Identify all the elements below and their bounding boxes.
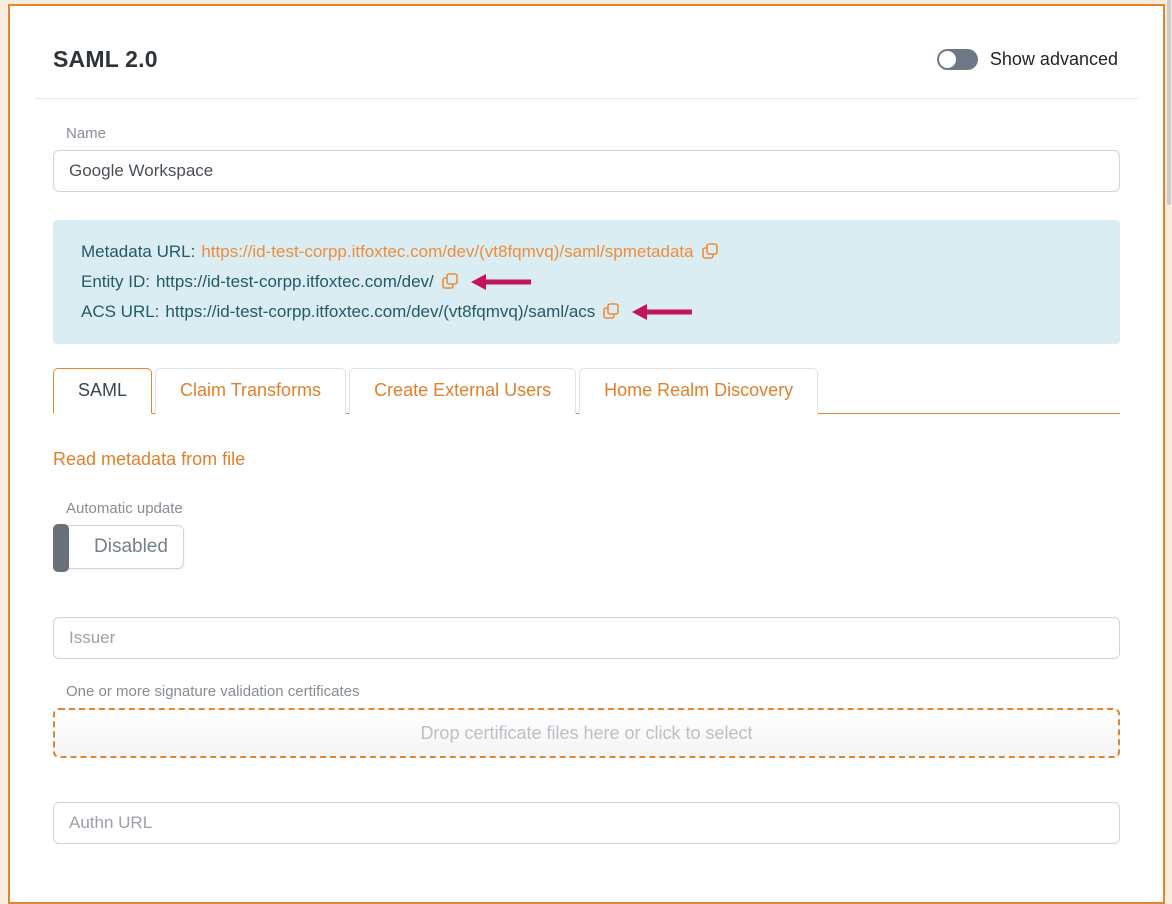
metadata-url-link[interactable]: https://id-test-corpp.itfoxtec.com/dev/(… <box>201 242 693 262</box>
show-advanced-toggle[interactable] <box>937 49 978 70</box>
tab-create-external-users[interactable]: Create External Users <box>349 368 576 414</box>
certificate-dropzone[interactable]: Drop certificate files here or click to … <box>53 708 1120 758</box>
metadata-url-line: Metadata URL: https://id-test-corpp.itfo… <box>81 237 1092 267</box>
entity-id-label: Entity ID: <box>81 272 150 292</box>
tab-home-realm-discovery[interactable]: Home Realm Discovery <box>579 368 818 414</box>
tab-claim-transforms[interactable]: Claim Transforms <box>155 368 346 414</box>
metadata-url-label: Metadata URL: <box>81 242 195 262</box>
show-advanced-control: Show advanced <box>937 49 1120 70</box>
arrow-left-icon <box>632 303 694 321</box>
copy-icon[interactable] <box>442 273 459 291</box>
name-label: Name <box>66 125 1120 142</box>
saml-endpoints-info-box: Metadata URL: https://id-test-corpp.itfo… <box>53 220 1120 344</box>
toggle-handle <box>53 524 69 572</box>
acs-url-line: ACS URL: https://id-test-corpp.itfoxtec.… <box>81 297 1092 327</box>
show-advanced-label: Show advanced <box>990 49 1118 70</box>
copy-icon[interactable] <box>702 243 719 261</box>
toggle-knob <box>939 51 956 68</box>
entity-id-line: Entity ID: https://id-test-corpp.itfoxte… <box>81 267 1092 297</box>
arrow-left-icon <box>471 273 533 291</box>
automatic-update-state: Disabled <box>54 536 168 558</box>
certificates-label: One or more signature validation certifi… <box>66 683 1120 700</box>
read-metadata-from-file-link[interactable]: Read metadata from file <box>53 449 245 470</box>
card-header: SAML 2.0 Show advanced <box>53 6 1120 73</box>
authn-url-input[interactable] <box>53 802 1120 844</box>
name-input[interactable] <box>53 150 1120 192</box>
page-title: SAML 2.0 <box>53 46 158 73</box>
certificate-dropzone-text: Drop certificate files here or click to … <box>420 723 752 744</box>
scrollbar-thumb[interactable] <box>1167 0 1171 205</box>
copy-icon[interactable] <box>603 303 620 321</box>
saml-config-card: SAML 2.0 Show advanced Name Metadata URL… <box>8 4 1165 904</box>
automatic-update-toggle[interactable]: Disabled <box>53 525 184 569</box>
automatic-update-label: Automatic update <box>66 500 1120 517</box>
acs-url-label: ACS URL: <box>81 302 159 322</box>
header-divider <box>34 98 1139 99</box>
issuer-input[interactable] <box>53 617 1120 659</box>
entity-id-value: https://id-test-corpp.itfoxtec.com/dev/ <box>156 272 434 292</box>
tab-saml[interactable]: SAML <box>53 368 152 414</box>
tab-bar: SAML Claim Transforms Create External Us… <box>53 367 1120 414</box>
acs-url-value: https://id-test-corpp.itfoxtec.com/dev/(… <box>165 302 595 322</box>
